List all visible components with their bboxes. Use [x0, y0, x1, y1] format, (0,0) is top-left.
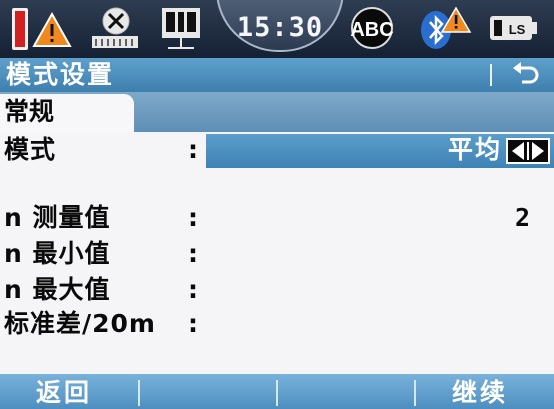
n-min-colon: : — [188, 239, 198, 268]
tab-general[interactable]: 常规 — [0, 94, 134, 134]
n-measurements-label: n 测量值 — [4, 203, 111, 232]
std-dev-colon: : — [188, 309, 198, 338]
softkey-divider — [276, 380, 278, 406]
bluetooth-warning-icon — [412, 4, 472, 52]
page-title: 模式设置 — [6, 60, 115, 89]
n-measurements-row: n 测量值 : 2 — [0, 202, 554, 236]
continue-softkey[interactable]: 继续 — [452, 374, 508, 409]
n-measurements-value: 2 — [514, 203, 530, 232]
mode-label: 模式 — [4, 135, 57, 164]
n-min-row: n 最小值 : — [0, 238, 554, 272]
mode-row: 模式 : 平均 — [0, 134, 554, 168]
level-bubble-icon — [86, 4, 142, 52]
title-bar: 模式设置 — [0, 58, 554, 92]
mode-selector[interactable]: 平均 — [206, 134, 554, 168]
left-right-arrows-icon[interactable] — [506, 138, 550, 164]
n-measurements-colon: : — [188, 203, 198, 232]
softkey-divider — [138, 380, 140, 406]
compensator-abc-icon: ABC — [344, 4, 400, 52]
back-softkey[interactable]: 返回 — [36, 374, 92, 409]
clock-time: 15:30 — [236, 11, 324, 43]
back-arrow-icon[interactable] — [510, 62, 540, 88]
softkey-divider — [414, 380, 416, 406]
battery-warning-icon — [4, 4, 76, 52]
svg-text:LS: LS — [509, 22, 526, 37]
softkey-bar: 返回 继续 — [0, 374, 554, 409]
battery-ls-icon: LS — [484, 4, 544, 52]
edm-icon — [156, 4, 206, 52]
n-max-row: n 最大值 : — [0, 274, 554, 308]
clock: 15:30 — [216, 0, 344, 52]
screen: 15:30 ABC LS 模式设置 常规 模式: 平均 n 测量值: 2 n… — [0, 0, 554, 409]
n-max-colon: : — [188, 275, 198, 304]
svg-text:ABC: ABC — [350, 19, 393, 41]
n-max-label: n 最大值 — [4, 275, 111, 304]
title-separator — [490, 64, 492, 86]
mode-colon: : — [188, 135, 198, 164]
std-dev-label: 标准差/20m — [4, 309, 156, 338]
mode-value: 平均 — [447, 135, 502, 164]
status-bar: 15:30 ABC LS — [0, 0, 554, 58]
std-dev-row: 标准差/20m : — [0, 308, 554, 342]
tab-strip: 常规 — [0, 92, 554, 134]
n-min-label: n 最小值 — [4, 239, 111, 268]
